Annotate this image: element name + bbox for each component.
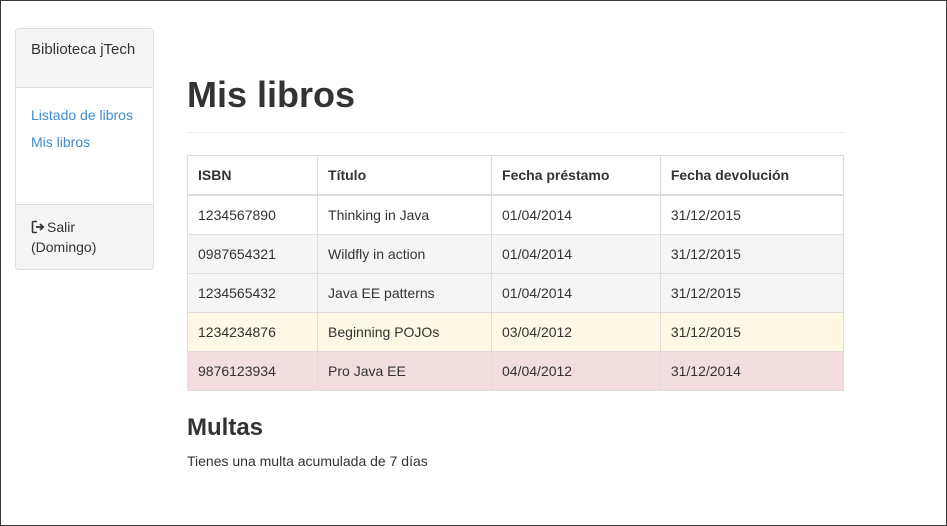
table-row-danger: 9876123934 Pro Java EE 04/04/2012 31/12/… (186, 351, 845, 391)
logout-icon (31, 219, 45, 234)
sidebar-item-listado-libros[interactable]: Listado de libros (31, 105, 138, 125)
column-header-title: Título (317, 155, 493, 196)
cell-title: Java EE patterns (317, 273, 493, 313)
cell-isbn: 0987654321 (186, 234, 319, 274)
fines-text: Tienes una multa acumulada de 7 días (187, 453, 428, 469)
cell-return-date: 31/12/2015 (659, 194, 845, 235)
sidebar-item-mis-libros[interactable]: Mis libros (31, 132, 138, 152)
cell-title: Thinking in Java (317, 194, 493, 235)
brand-title: Biblioteca jTech (16, 29, 153, 88)
fines-title: Multas (187, 414, 264, 441)
cell-loan-date: 01/04/2014 (491, 194, 661, 235)
cell-return-date: 31/12/2015 (659, 234, 845, 274)
table-header-row: ISBN Título Fecha préstamo Fecha devoluc… (186, 155, 845, 196)
cell-isbn: 1234567890 (186, 194, 319, 235)
table-row-warning: 1234234876 Beginning POJOs 03/04/2012 31… (186, 312, 845, 352)
title-divider (187, 132, 845, 133)
cell-loan-date: 01/04/2014 (491, 273, 661, 313)
cell-return-date: 31/12/2015 (659, 312, 845, 352)
table-row: 1234565432 Java EE patterns 01/04/2014 3… (186, 273, 845, 313)
cell-loan-date: 01/04/2014 (491, 234, 661, 274)
cell-title: Beginning POJOs (317, 312, 493, 352)
cell-loan-date: 04/04/2012 (491, 351, 661, 391)
page-title: Mis libros (187, 74, 356, 115)
cell-title: Wildfly in action (317, 234, 493, 274)
cell-return-date: 31/12/2014 (659, 351, 845, 391)
table-row: 0987654321 Wildfly in action 01/04/2014 … (186, 234, 845, 274)
column-header-return-date: Fecha devolución (659, 155, 845, 196)
main-content: Mis libros ISBN Título Fecha préstamo Fe… (186, 1, 845, 471)
cell-return-date: 31/12/2015 (659, 273, 845, 313)
logout-link[interactable]: Salir (Domingo) (16, 205, 153, 269)
books-table: ISBN Título Fecha préstamo Fecha devoluc… (186, 155, 845, 391)
column-header-isbn: ISBN (186, 155, 319, 196)
cell-isbn: 9876123934 (186, 351, 319, 391)
cell-title: Pro Java EE (317, 351, 493, 391)
cell-isbn: 1234565432 (186, 273, 319, 313)
cell-isbn: 1234234876 (186, 312, 319, 352)
sidebar: Biblioteca jTech Listado de libros Mis l… (15, 28, 154, 270)
sidebar-nav: Listado de libros Mis libros (16, 88, 153, 205)
table-row: 1234567890 Thinking in Java 01/04/2014 3… (186, 194, 845, 235)
cell-loan-date: 03/04/2012 (491, 312, 661, 352)
column-header-loan-date: Fecha préstamo (491, 155, 661, 196)
